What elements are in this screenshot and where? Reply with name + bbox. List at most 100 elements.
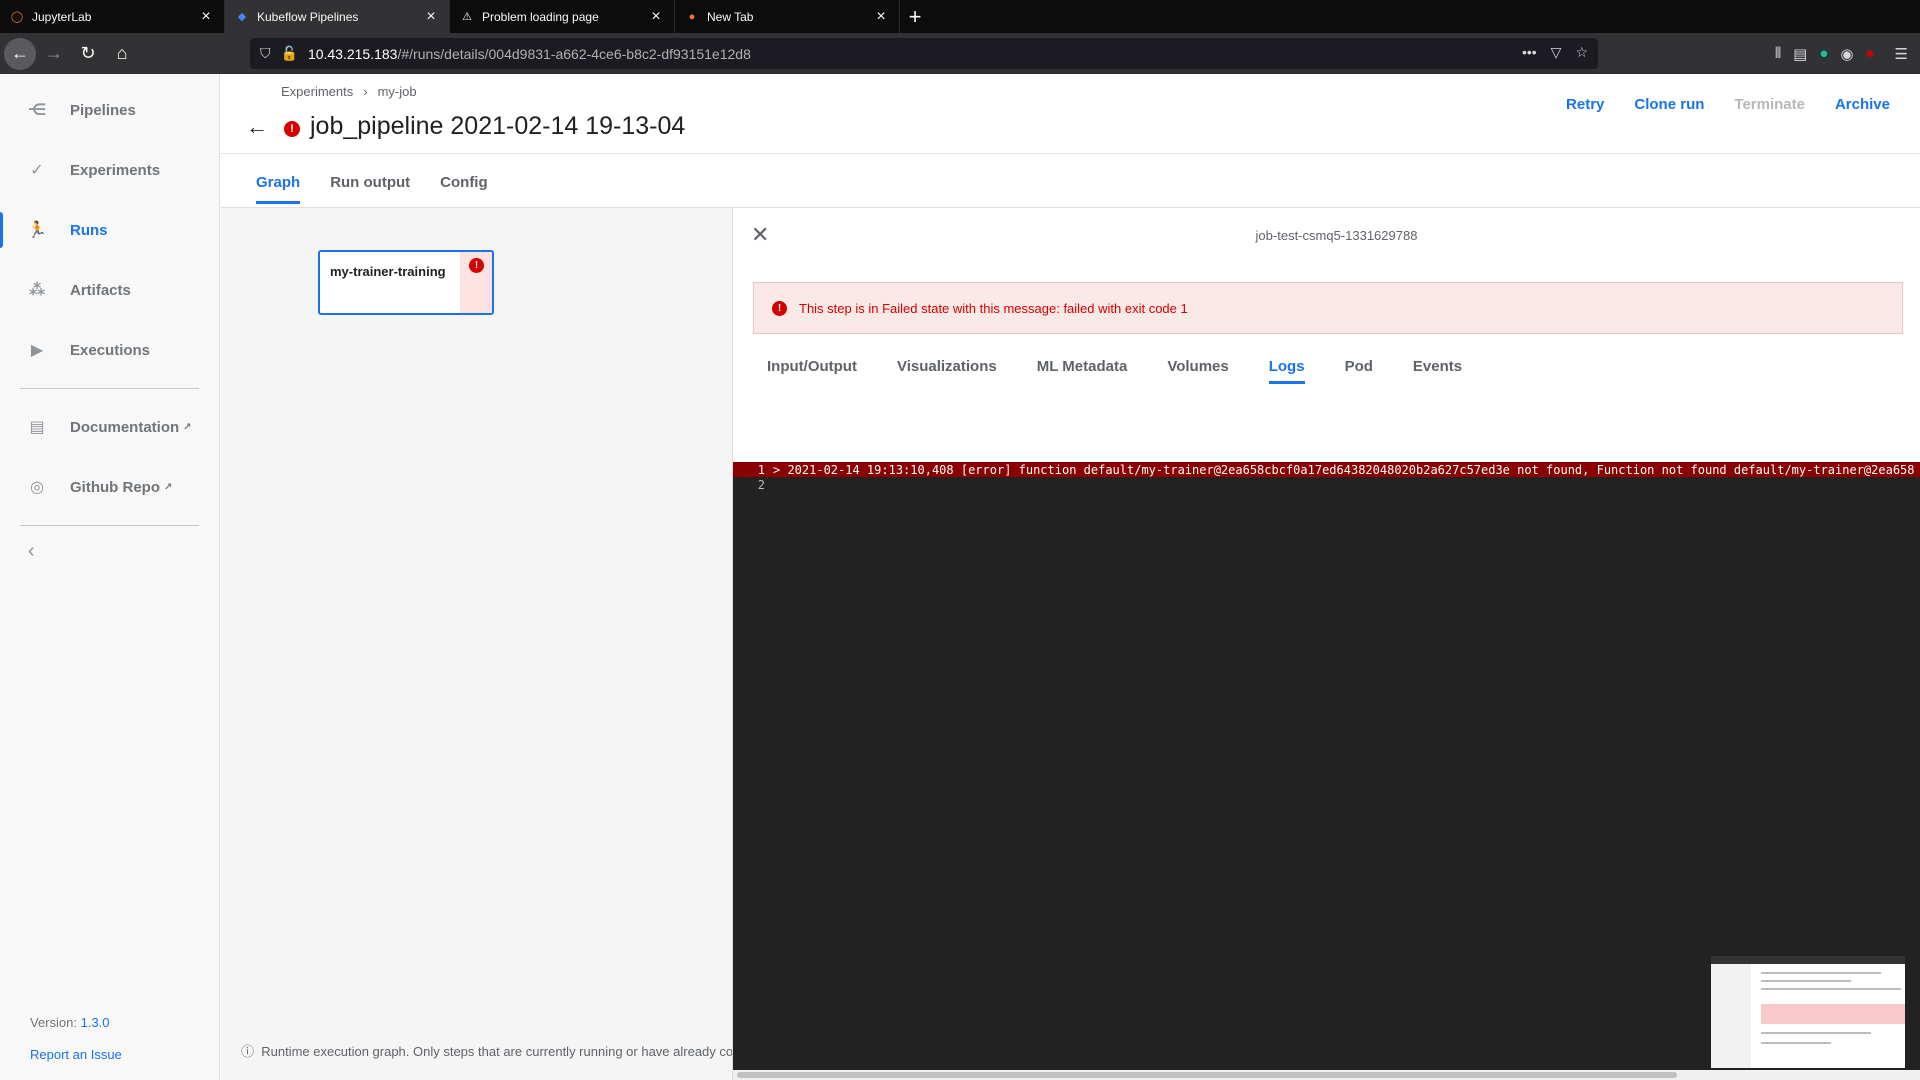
new-tab-button[interactable]: +: [900, 0, 930, 33]
executions-icon: ▶: [30, 342, 44, 359]
breadcrumb: Experiments › my-job: [281, 84, 417, 99]
thumbnail-sidebar: [1711, 964, 1751, 1068]
url-bar[interactable]: ⛉ 🔓 10.43.215.183/#/runs/details/004d983…: [250, 38, 1598, 69]
graph-note-text: Runtime execution graph. Only steps that…: [261, 1044, 752, 1059]
url-path: /#/runs/details/004d9831-a662-4ce6-b8c2-…: [397, 45, 751, 62]
tab-run-output[interactable]: Run output: [330, 174, 410, 204]
horizontal-scrollbar[interactable]: [733, 1070, 1920, 1080]
menu-icon[interactable]: ☰: [1895, 45, 1908, 63]
external-link-icon: ↗: [183, 421, 192, 433]
browser-tab-kubeflow[interactable]: ◆ Kubeflow Pipelines ×: [225, 0, 450, 33]
run-actions: Retry Clone run Terminate Archive: [1566, 96, 1890, 113]
pocket-icon[interactable]: ▽: [1551, 44, 1562, 61]
error-status-icon: !: [284, 120, 300, 137]
page-header: ← ! job_pipeline 2021-02-14 19-13-04: [246, 112, 685, 141]
experiments-icon: ✓: [30, 162, 44, 179]
graph-pane: my-trainer-training ! ⓘ Runtime executio…: [221, 208, 751, 1080]
archive-button[interactable]: Archive: [1835, 96, 1890, 113]
browser-tab-title: New Tab: [707, 9, 754, 24]
header-divider: [221, 153, 1920, 154]
sidebar-item-experiments[interactable]: ✓ Experiments: [0, 140, 219, 200]
more-actions-icon[interactable]: •••: [1522, 44, 1537, 61]
close-tab-icon[interactable]: ×: [423, 8, 439, 26]
graph-node[interactable]: my-trainer-training !: [318, 250, 494, 315]
clone-run-button[interactable]: Clone run: [1634, 96, 1704, 113]
sidebar-item-runs[interactable]: 🏃 Runs: [0, 200, 219, 260]
browser-tab-title: Kubeflow Pipelines: [257, 9, 359, 24]
log-line: 2: [733, 477, 1920, 492]
github-icon: ◎: [30, 479, 44, 496]
external-link-icon: ↗: [164, 481, 173, 493]
graph-node-label: my-trainer-training: [330, 264, 446, 279]
sidebar-item-artifacts[interactable]: ⁂ Artifacts: [0, 260, 219, 320]
terminate-button: Terminate: [1734, 96, 1805, 113]
run-tabs: Graph Run output Config: [256, 174, 488, 204]
browser-tab-newtab[interactable]: ● New Tab ×: [675, 0, 900, 33]
report-issue-link[interactable]: Report an Issue: [30, 1047, 122, 1062]
tab-graph[interactable]: Graph: [256, 174, 301, 204]
insecure-lock-icon[interactable]: 🔓: [281, 45, 298, 62]
main-content: Experiments › my-job ← ! job_pipeline 20…: [221, 74, 1920, 1080]
sidebar-item-github[interactable]: ◎ Github Repo ↗: [0, 457, 219, 517]
home-icon[interactable]: ⌂: [106, 38, 138, 70]
shield-icon[interactable]: ⛉: [260, 45, 271, 62]
tab-pod[interactable]: Pod: [1345, 358, 1373, 384]
tab-volumes[interactable]: Volumes: [1167, 358, 1228, 384]
screenshot-thumbnail[interactable]: [1709, 954, 1907, 1070]
sidebar-item-label: Executions: [70, 341, 151, 359]
close-tab-icon[interactable]: ×: [198, 8, 214, 26]
sidebar-item-label: Artifacts: [70, 281, 131, 299]
thumbnail-line: [1761, 988, 1901, 990]
tab-logs[interactable]: Logs: [1268, 358, 1305, 384]
grammarly-icon[interactable]: ●: [1819, 45, 1828, 62]
sidebar-toggle-icon[interactable]: ▤: [1793, 45, 1807, 63]
chevron-right-icon: ›: [363, 84, 368, 99]
graph-info-note: ⓘ Runtime execution graph. Only steps th…: [241, 1041, 751, 1060]
jupyter-icon: ◯: [10, 11, 24, 23]
thumbnail-line: [1761, 980, 1851, 982]
log-line: 1 > 2021-02-14 19:13:10,408 [error] func…: [733, 462, 1920, 477]
library-icon[interactable]: ⫴: [1775, 45, 1781, 62]
sidebar-item-executions[interactable]: ▶ Executions: [0, 320, 219, 380]
info-icon: ⓘ: [241, 1044, 255, 1059]
back-arrow-icon[interactable]: ←: [4, 37, 36, 70]
close-tab-icon[interactable]: ×: [648, 8, 664, 26]
collapse-sidebar-icon[interactable]: ‹: [0, 540, 219, 563]
firefox-icon: ●: [688, 10, 696, 23]
tab-visualizations[interactable]: Visualizations: [897, 358, 997, 384]
breadcrumb-experiment[interactable]: my-job: [378, 84, 417, 99]
breadcrumb-experiments[interactable]: Experiments: [281, 84, 353, 99]
log-line-text: > 2021-02-14 19:13:10,408 [error] functi…: [773, 462, 1915, 477]
tab-events[interactable]: Events: [1413, 358, 1462, 384]
forward-arrow-icon[interactable]: →: [38, 38, 70, 70]
node-details-panel: ✕ job-test-csmq5-1331629788 ! This step …: [732, 208, 1920, 1080]
browser-tab-problem[interactable]: ⚠ Problem loading page ×: [450, 0, 675, 33]
tab-input-output[interactable]: Input/Output: [767, 358, 857, 384]
browser-tab-title: JupyterLab: [32, 9, 92, 24]
account-icon[interactable]: ◉: [1840, 45, 1853, 63]
sidebar-item-documentation[interactable]: ▤ Documentation ↗: [0, 397, 219, 457]
browser-toolbar: ← → ↻ ⌂ ⛉ 🔓 10.43.215.183/#/runs/details…: [0, 33, 1920, 74]
sidebar-item-pipelines[interactable]: ⋲ Pipelines: [0, 80, 219, 140]
details-tabs: Input/Output Visualizations ML Metadata …: [767, 358, 1462, 384]
thumbnail-line: [1761, 1032, 1871, 1034]
sidebar-item-label: Experiments: [70, 161, 161, 179]
browser-tab-jupyterlab[interactable]: ◯ JupyterLab ×: [0, 0, 225, 33]
retry-button[interactable]: Retry: [1566, 96, 1604, 113]
bookmark-star-icon[interactable]: ☆: [1575, 44, 1588, 61]
thumbnail-line: [1761, 1042, 1831, 1044]
url-host: 10.43.215.183: [307, 45, 398, 62]
documentation-icon: ▤: [29, 419, 45, 436]
tab-config[interactable]: Config: [440, 174, 487, 204]
version-link[interactable]: 1.3.0: [81, 1015, 110, 1030]
scrollbar-thumb[interactable]: [737, 1072, 1677, 1078]
sidebar-item-label: Pipelines: [70, 101, 136, 119]
close-tab-icon[interactable]: ×: [873, 8, 889, 26]
version-info: Version: 1.3.0: [30, 1015, 110, 1030]
ublock-icon[interactable]: ●: [1865, 45, 1874, 62]
tab-ml-metadata[interactable]: ML Metadata: [1037, 358, 1128, 384]
reload-icon[interactable]: ↻: [72, 38, 104, 70]
back-arrow-icon[interactable]: ←: [246, 114, 268, 140]
page-title: job_pipeline 2021-02-14 19-13-04: [310, 112, 686, 140]
artifacts-icon: ⁂: [28, 282, 46, 299]
